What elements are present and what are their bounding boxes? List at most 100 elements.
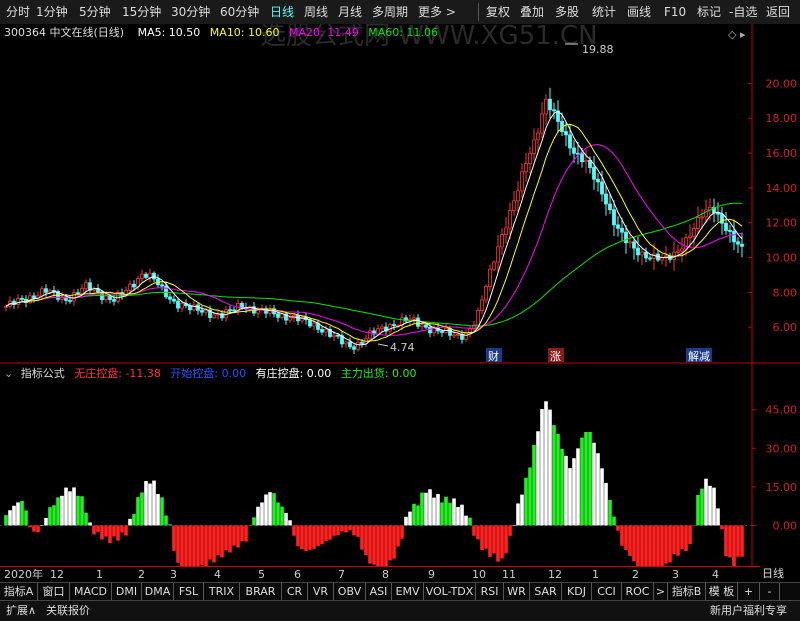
period-more[interactable]: 更多 >: [418, 0, 456, 24]
period-day[interactable]: 日线: [270, 0, 294, 24]
diamond-icon[interactable]: ◇: [728, 28, 737, 41]
indicator-tab-vol-tdx[interactable]: VOL-TDX: [424, 583, 476, 600]
indicator-tab-dma[interactable]: DMA: [142, 583, 174, 600]
indicator-bar: [24, 510, 28, 526]
indicator-bar: [60, 495, 64, 526]
indicator-tab-emv[interactable]: EMV: [392, 583, 424, 600]
event-marker-limit-up[interactable]: 涨: [548, 348, 564, 363]
indicator-bar: [524, 477, 528, 526]
mark-button[interactable]: 标记: [697, 0, 721, 24]
indicator-bar: [392, 525, 396, 559]
price-chart[interactable]: 选股公式网 WWW.XG51.CN 20.0018.0016.0014.0012…: [0, 24, 800, 364]
indicator-tab-cr[interactable]: CR: [282, 583, 308, 600]
indicator-tab--[interactable]: -: [760, 583, 780, 600]
indicator-tab-kdj[interactable]: KDJ: [562, 583, 592, 600]
price-tick-label: 20.00: [766, 77, 798, 90]
indicator-bar: [208, 525, 212, 560]
svg-text:财: 财: [488, 349, 499, 363]
indicator-bar: [460, 504, 464, 526]
back-button[interactable]: 返回: [766, 0, 790, 24]
indicator-bar: [556, 433, 560, 526]
indicator-bar: [628, 525, 632, 557]
indicator-bar: [192, 525, 196, 566]
indicator-name[interactable]: 指标公式: [21, 367, 65, 380]
period-multi[interactable]: 多周期: [372, 0, 408, 24]
indicator-bar: [112, 525, 116, 537]
indicator-tab-模板[interactable]: 模 板: [706, 583, 738, 600]
indicator-tab-asi[interactable]: ASI: [366, 583, 392, 600]
adjust-button[interactable]: 复权: [486, 0, 510, 24]
indicator-bar: [684, 525, 688, 551]
indicator-bar: [96, 525, 100, 532]
multi-stock-button[interactable]: 多股: [555, 0, 579, 24]
indicator-tab-窗口[interactable]: 窗口: [38, 583, 70, 600]
watchlist-button[interactable]: -自选: [729, 0, 757, 24]
indicator-tab-fsl[interactable]: FSL: [174, 583, 204, 600]
expand-button[interactable]: 扩展∧: [6, 601, 36, 621]
period-minute[interactable]: 分时: [6, 0, 30, 24]
indicator-bar: [136, 497, 140, 526]
indicator-bar: [440, 502, 444, 526]
event-marker-finance[interactable]: 财: [486, 348, 502, 363]
indicator-bar: [288, 520, 292, 526]
indicator-bar: [652, 525, 656, 566]
event-marker-unlock[interactable]: 解减: [686, 348, 712, 363]
indicator-bar: [216, 525, 220, 555]
indicator-bar: [604, 482, 608, 526]
indicator-tab->[interactable]: >: [654, 583, 668, 600]
indicator-tab-wr[interactable]: WR: [504, 583, 530, 600]
period-30min[interactable]: 30分钟: [171, 0, 210, 24]
indicator-tab-指标a[interactable]: 指标A: [0, 583, 38, 600]
indicator-bar: [512, 525, 516, 526]
date-label: 5: [258, 568, 265, 581]
indicator-tab-dmi[interactable]: DMI: [112, 583, 142, 600]
period-1min[interactable]: 1分钟: [36, 0, 68, 24]
indicator-bar: [188, 525, 192, 566]
indicator-bar: [352, 525, 356, 536]
overlay-button[interactable]: 叠加: [520, 0, 544, 24]
indicator-bar: [740, 525, 744, 557]
period-15min[interactable]: 15分钟: [122, 0, 161, 24]
indicator-bar: [656, 525, 660, 566]
indicator-bar: [624, 525, 628, 551]
collapse-icon[interactable]: ▸: [740, 28, 746, 41]
draw-button[interactable]: 画线: [627, 0, 651, 24]
indicator-bar: [180, 525, 184, 566]
indicator-tab-sar[interactable]: SAR: [530, 583, 562, 600]
indicator-bar: [128, 518, 132, 526]
indicator-tab-指标b[interactable]: 指标B: [668, 583, 706, 600]
indicator-bar: [152, 480, 156, 526]
indicator-bar: [692, 525, 696, 527]
period-label[interactable]: 日线: [762, 566, 784, 582]
indicator-bar: [104, 525, 108, 537]
promo-link[interactable]: 新用户福利专享: [710, 601, 787, 621]
period-week[interactable]: 周线: [304, 0, 328, 24]
indicator-bar: [736, 525, 740, 557]
indicator-bar: [488, 525, 492, 557]
indicator-tab-brar[interactable]: BRAR: [240, 583, 282, 600]
indicator-chart[interactable]: 45.00 30.00 15.00 0.00: [0, 364, 800, 566]
indicator-tab-+[interactable]: +: [738, 583, 760, 600]
collapse-indicator-icon[interactable]: ⌄: [4, 367, 13, 380]
indicator-bar: [268, 492, 272, 526]
indicator-bar: [4, 515, 8, 526]
indicator-tab-macd[interactable]: MACD: [70, 583, 112, 600]
period-month[interactable]: 月线: [338, 0, 362, 24]
indicator-bar: [720, 525, 724, 530]
period-60min[interactable]: 60分钟: [220, 0, 259, 24]
date-axis: 2020年 12 1 2 3 4 5 6 7 8 9 10 11 12 1 2 3 4: [0, 566, 760, 583]
indicator-tab-trix[interactable]: TRIX: [204, 583, 240, 600]
indicator-tab-vr[interactable]: VR: [308, 583, 334, 600]
indicator-bar: [32, 525, 36, 532]
indicator-tab-obv[interactable]: OBV: [334, 583, 366, 600]
indicator-tab-roc[interactable]: ROC: [622, 583, 654, 600]
indicator-bar: [388, 525, 392, 561]
related-quotes-button[interactable]: 关联报价: [46, 601, 90, 621]
indicator-tab-rsi[interactable]: RSI: [476, 583, 504, 600]
indicator-bar: [464, 515, 468, 526]
f10-button[interactable]: F10: [664, 0, 686, 24]
indicator-tab-cci[interactable]: CCI: [592, 583, 622, 600]
period-5min[interactable]: 5分钟: [79, 0, 111, 24]
indicator-bar: [364, 525, 368, 556]
stats-button[interactable]: 统计: [592, 0, 616, 24]
